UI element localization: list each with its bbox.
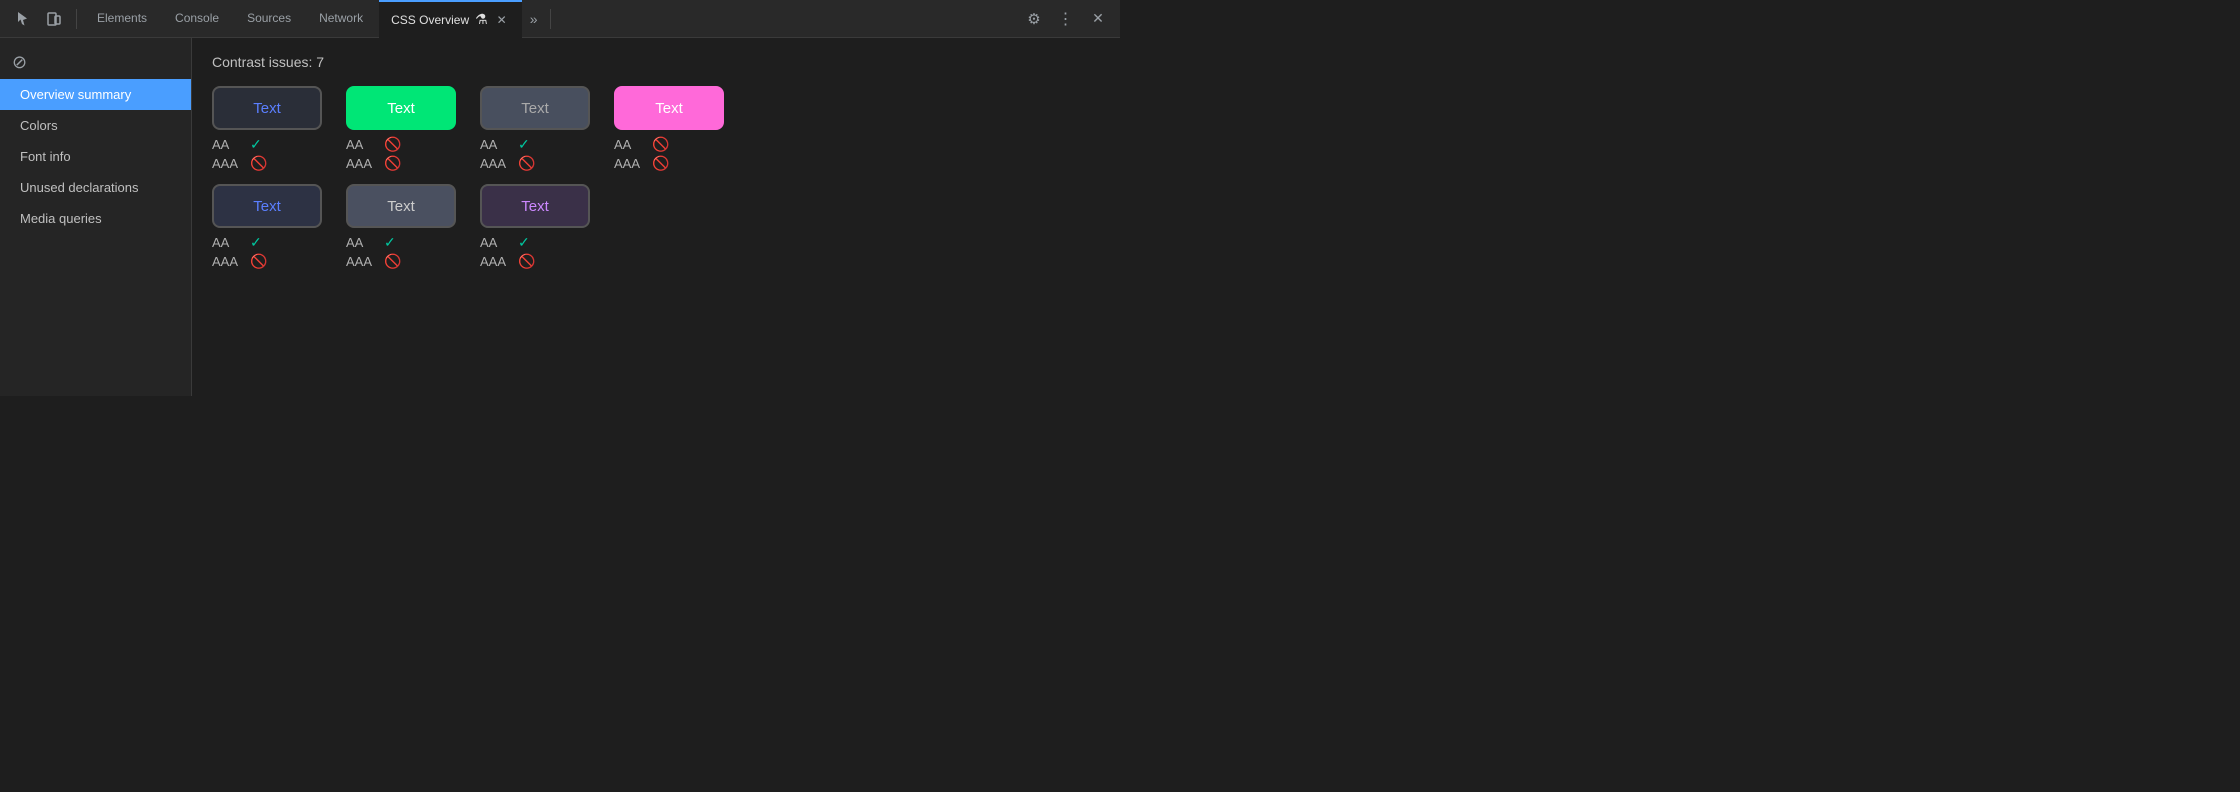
close-devtools-button[interactable]: ✕ [1084,5,1112,33]
tab-elements[interactable]: Elements [85,0,159,38]
aa-pass-icon-5: ✓ [250,234,262,251]
contrast-item-2: Text AA 🚫 AAA 🚫 [346,86,456,172]
badge-row-aaa-3: AAA 🚫 [480,155,535,172]
tab-console[interactable]: Console [163,0,231,38]
aa-pass-icon-7: ✓ [518,234,530,251]
contrast-item-4: Text AA 🚫 AAA 🚫 [614,86,724,172]
contrast-btn-6[interactable]: Text [346,184,456,228]
device-icon [46,11,62,27]
contrast-issues-title: Contrast issues: 7 [212,54,1100,70]
main-layout: ⊘ Overview summary Colors Font info Unus… [0,38,1120,396]
block-icon: ⊘ [12,52,27,73]
aaa-fail-icon-1: 🚫 [250,155,267,172]
contrast-row-2: Text AA ✓ AAA 🚫 [212,184,1100,270]
sidebar-item-font-info[interactable]: Font info [0,141,191,172]
contrast-item-3: Text AA ✓ AAA 🚫 [480,86,590,172]
badges-2: AA 🚫 AAA 🚫 [346,136,401,172]
aaa-fail-icon-2: 🚫 [384,155,401,172]
badge-row-aa-1: AA ✓ [212,136,267,153]
contrast-row-1: Text AA ✓ AAA 🚫 [212,86,1100,172]
flask-icon: ⚗ [475,11,488,28]
aa-pass-icon-6: ✓ [384,234,396,251]
sidebar-item-media-queries[interactable]: Media queries [0,203,191,234]
badge-row-aaa-7: AAA 🚫 [480,253,535,270]
badge-row-aaa-5: AAA 🚫 [212,253,267,270]
contrast-btn-7[interactable]: Text [480,184,590,228]
content-area: Contrast issues: 7 Text AA ✓ AAA [192,38,1120,396]
contrast-btn-2[interactable]: Text [346,86,456,130]
contrast-btn-3[interactable]: Text [480,86,590,130]
aa-fail-icon-4: 🚫 [652,136,669,153]
toolbar-divider-1 [76,9,77,29]
close-tab-button[interactable]: ✕ [494,12,510,28]
sidebar-item-overview-summary[interactable]: Overview summary [0,79,191,110]
cursor-icon [14,11,30,27]
badges-7: AA ✓ AAA 🚫 [480,234,535,270]
device-icon-btn[interactable] [40,5,68,33]
badges-1: AA ✓ AAA 🚫 [212,136,267,172]
badge-row-aaa-6: AAA 🚫 [346,253,401,270]
badge-row-aa-7: AA ✓ [480,234,535,251]
badge-row-aa-5: AA ✓ [212,234,267,251]
sidebar: ⊘ Overview summary Colors Font info Unus… [0,38,192,396]
badges-4: AA 🚫 AAA 🚫 [614,136,669,172]
sidebar-item-colors[interactable]: Colors [0,110,191,141]
devtools-toolbar: Elements Console Sources Network CSS Ove… [0,0,1120,38]
sidebar-block-btn[interactable]: ⊘ [0,46,191,79]
tab-css-overview[interactable]: CSS Overview ⚗ ✕ [379,0,522,38]
aaa-fail-icon-4: 🚫 [652,155,669,172]
contrast-item-5: Text AA ✓ AAA 🚫 [212,184,322,270]
aaa-fail-icon-7: 🚫 [518,253,535,270]
contrast-btn-1[interactable]: Text [212,86,322,130]
badge-row-aa-2: AA 🚫 [346,136,401,153]
contrast-grid: Text AA ✓ AAA 🚫 [212,86,1100,270]
menu-button[interactable]: ⋮ [1052,5,1080,33]
contrast-item-6: Text AA ✓ AAA 🚫 [346,184,456,270]
close-icon: ✕ [1092,10,1104,27]
aa-pass-icon-3: ✓ [518,136,530,153]
ellipsis-icon: ⋮ [1058,9,1075,29]
aaa-fail-icon-5: 🚫 [250,253,267,270]
sidebar-item-unused-declarations[interactable]: Unused declarations [0,172,191,203]
contrast-btn-5[interactable]: Text [212,184,322,228]
contrast-item-7: Text AA ✓ AAA 🚫 [480,184,590,270]
more-tabs-button[interactable]: » [526,11,542,27]
badge-row-aaa-4: AAA 🚫 [614,155,669,172]
badges-5: AA ✓ AAA 🚫 [212,234,267,270]
tab-network[interactable]: Network [307,0,375,38]
gear-icon: ⚙ [1027,10,1040,28]
badge-row-aaa-1: AAA 🚫 [212,155,267,172]
contrast-item-1: Text AA ✓ AAA 🚫 [212,86,322,172]
badges-6: AA ✓ AAA 🚫 [346,234,401,270]
badges-3: AA ✓ AAA 🚫 [480,136,535,172]
badge-row-aaa-2: AAA 🚫 [346,155,401,172]
aa-fail-icon-2: 🚫 [384,136,401,153]
badge-row-aa-4: AA 🚫 [614,136,669,153]
toolbar-divider-2 [550,9,551,29]
aaa-fail-icon-6: 🚫 [384,253,401,270]
contrast-btn-4[interactable]: Text [614,86,724,130]
badge-row-aa-3: AA ✓ [480,136,535,153]
toolbar-right-actions: ⚙ ⋮ ✕ [1020,5,1112,33]
settings-button[interactable]: ⚙ [1020,5,1048,33]
tab-sources[interactable]: Sources [235,0,303,38]
badge-row-aa-6: AA ✓ [346,234,401,251]
aaa-fail-icon-3: 🚫 [518,155,535,172]
aa-pass-icon-1: ✓ [250,136,262,153]
cursor-icon-btn[interactable] [8,5,36,33]
